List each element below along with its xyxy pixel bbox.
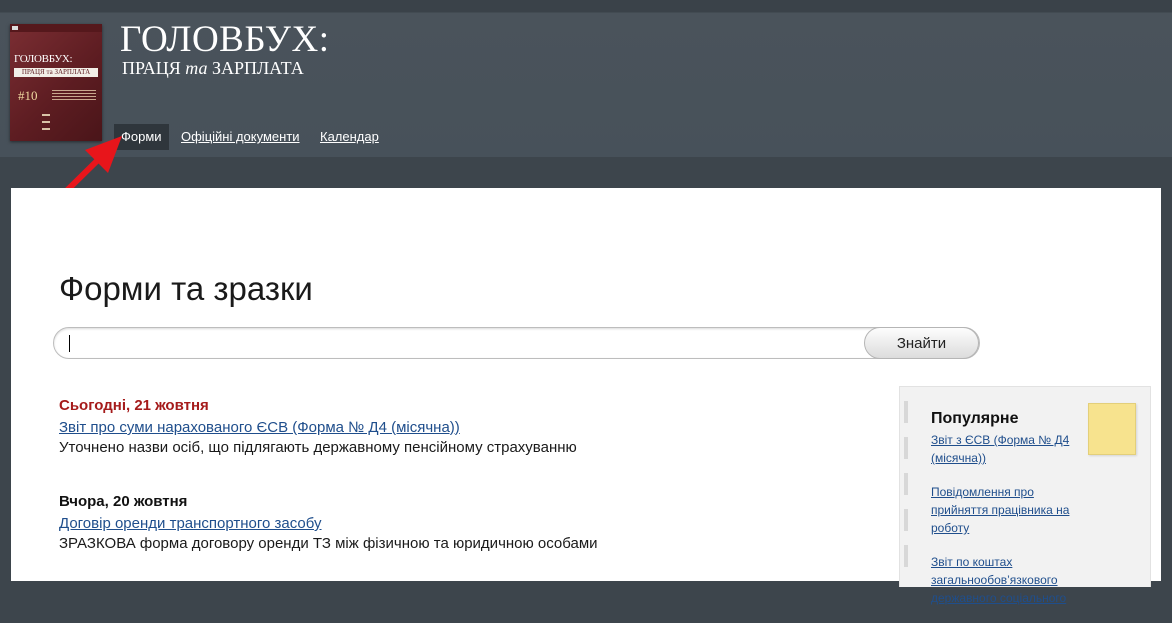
brand-title: ГОЛОВБУХ:: [120, 19, 330, 60]
cover-text-lines: [52, 90, 96, 91]
feed-item-description: ЗРАЗКОВА форма договору оренди ТЗ між фі…: [59, 535, 598, 552]
cover-title: ГОЛОВБУХ:: [14, 53, 73, 65]
content-panel: Форми та зразки Знайти Сьогодні, 21 жовт…: [11, 188, 1161, 605]
nav-item-calendar[interactable]: Календар: [320, 124, 379, 150]
news-feed: Сьогодні, 21 жовтня Звіт про суми нарахо…: [59, 397, 879, 589]
page-title: Форми та зразки: [59, 270, 313, 307]
brand-sub-part: ПРАЦЯ: [122, 58, 186, 78]
feed-item-link[interactable]: Договір оренди транспортного засобу: [59, 515, 879, 533]
feed-item-description: Уточнено назви осіб, що підлягають держа…: [59, 439, 577, 456]
feed-date: Вчора, 20 жовтня: [59, 493, 188, 510]
cover-subtitle: ПРАЦЯ та ЗАРПЛАТА: [14, 68, 98, 77]
text-caret: [69, 335, 70, 352]
search-field[interactable]: [53, 327, 980, 359]
feed-date: Сьогодні, 21 жовтня: [59, 397, 209, 414]
brand-sub-italic: та: [185, 58, 208, 78]
popular-item[interactable]: Повідомлення про прийняття працівника на…: [931, 483, 1091, 537]
popular-sidebar: Популярне Звіт з ЄСВ (Форма № Д4 (місячн…: [899, 386, 1151, 605]
cover-issue-number: #10: [18, 88, 38, 103]
cover-logo: [12, 26, 18, 30]
nav-item-official-documents[interactable]: Офіційні документи: [181, 124, 300, 150]
notebook-rail: [904, 401, 908, 581]
brand-subtitle: ПРАЦЯ та ЗАРПЛАТА: [122, 58, 304, 78]
sticky-note-icon: [1088, 403, 1136, 455]
cover-top-strip: [10, 24, 102, 32]
popular-item[interactable]: Звіт з ЄСВ (Форма № Д4 (місячна)): [931, 431, 1091, 467]
brand-sub-part: ЗАРПЛАТА: [207, 58, 304, 78]
magazine-cover[interactable]: ГОЛОВБУХ: ПРАЦЯ та ЗАРПЛАТА #10: [10, 24, 102, 141]
search-input[interactable]: [68, 333, 852, 355]
sidebar-title: Популярне: [931, 410, 1019, 427]
feed-day: Вчора, 20 жовтня Договір оренди транспор…: [59, 493, 879, 555]
popular-item[interactable]: Звіт по коштах загальнообов’язкового дер…: [931, 553, 1091, 607]
search-button[interactable]: Знайти: [864, 327, 979, 359]
feed-day: Сьогодні, 21 жовтня Звіт про суми нарахо…: [59, 397, 879, 459]
feed-item-link[interactable]: Звіт про суми нарахованого ЄСВ (Форма № …: [59, 419, 879, 437]
header-bar: ГОЛОВБУХ: ПРАЦЯ та ЗАРПЛАТА #10 ГОЛОВБУХ…: [0, 0, 1172, 157]
popular-list: Звіт з ЄСВ (Форма № Д4 (місячна)) Повідо…: [931, 431, 1091, 623]
